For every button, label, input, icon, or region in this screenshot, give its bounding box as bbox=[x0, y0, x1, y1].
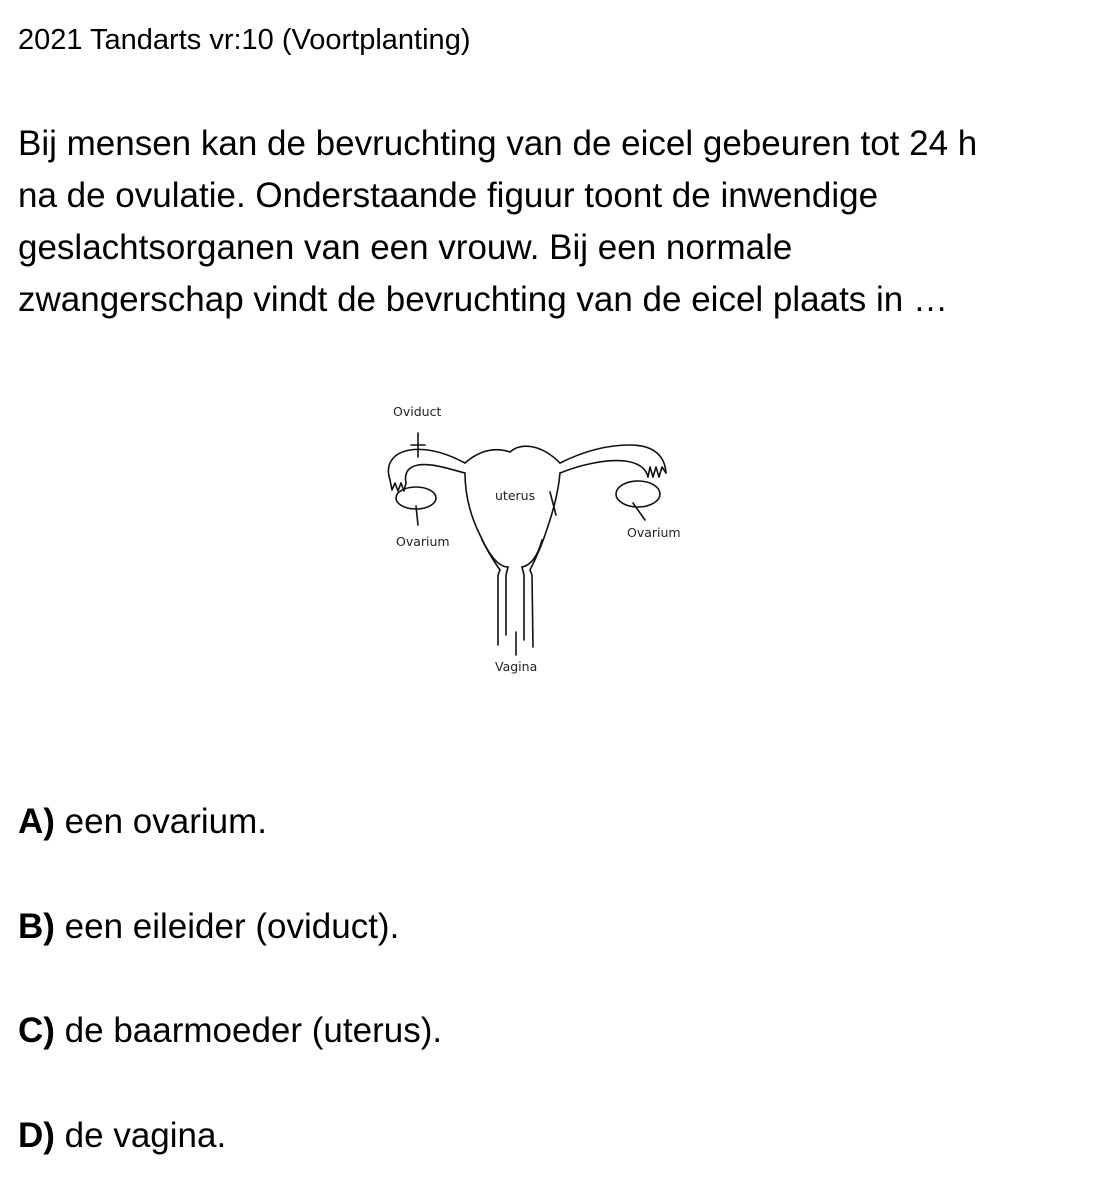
option-key: D) bbox=[18, 1116, 55, 1155]
label-ovarium-left: Ovarium bbox=[396, 534, 450, 549]
answer-option-c[interactable]: C) de baarmoeder (uterus). bbox=[18, 1009, 442, 1053]
right-ovary bbox=[615, 480, 661, 508]
question-line: na de ovulatie. Onderstaande figuur toon… bbox=[18, 176, 879, 215]
pointer-oviduct bbox=[410, 432, 426, 458]
option-text: een ovarium. bbox=[64, 802, 267, 841]
option-text: een eileider (oviduct). bbox=[64, 907, 400, 946]
answer-option-b[interactable]: B) een eileider (oviduct). bbox=[18, 905, 399, 949]
question-line: zwangerschap vindt de bevruchting van de… bbox=[18, 280, 948, 319]
option-text: de vagina. bbox=[64, 1116, 227, 1155]
question-line: geslachtsorganen van een vrouw. Bij een … bbox=[18, 228, 793, 267]
reproductive-organs-diagram: Oviduct uterus Ovarium Ovarium Vagina bbox=[387, 404, 681, 674]
pointer-ovarium-right bbox=[632, 502, 646, 521]
answer-option-a[interactable]: A) een ovarium. bbox=[18, 800, 267, 844]
label-vagina: Vagina bbox=[495, 659, 537, 674]
question-line: Bij mensen kan de bevruchting van de eic… bbox=[18, 124, 978, 163]
reproductive-organs-figure: Oviduct uterus Ovarium Ovarium Vagina bbox=[370, 395, 710, 685]
option-key: A) bbox=[18, 802, 55, 841]
label-oviduct: Oviduct bbox=[393, 404, 441, 419]
question-text: Bij mensen kan de bevruchting van de eic… bbox=[18, 118, 1108, 326]
question-header: 2021 Tandarts vr:10 (Voortplanting) bbox=[18, 24, 471, 56]
option-key: C) bbox=[18, 1011, 55, 1050]
right-oviduct bbox=[559, 444, 667, 478]
label-uterus: uterus bbox=[495, 488, 535, 503]
label-ovarium-right: Ovarium bbox=[627, 525, 681, 540]
right-fimbriae bbox=[647, 466, 667, 478]
option-key: B) bbox=[18, 907, 55, 946]
left-oviduct bbox=[387, 448, 466, 484]
uterus-body bbox=[464, 445, 561, 571]
answer-option-d[interactable]: D) de vagina. bbox=[18, 1114, 226, 1158]
option-text: de baarmoeder (uterus). bbox=[64, 1011, 443, 1050]
